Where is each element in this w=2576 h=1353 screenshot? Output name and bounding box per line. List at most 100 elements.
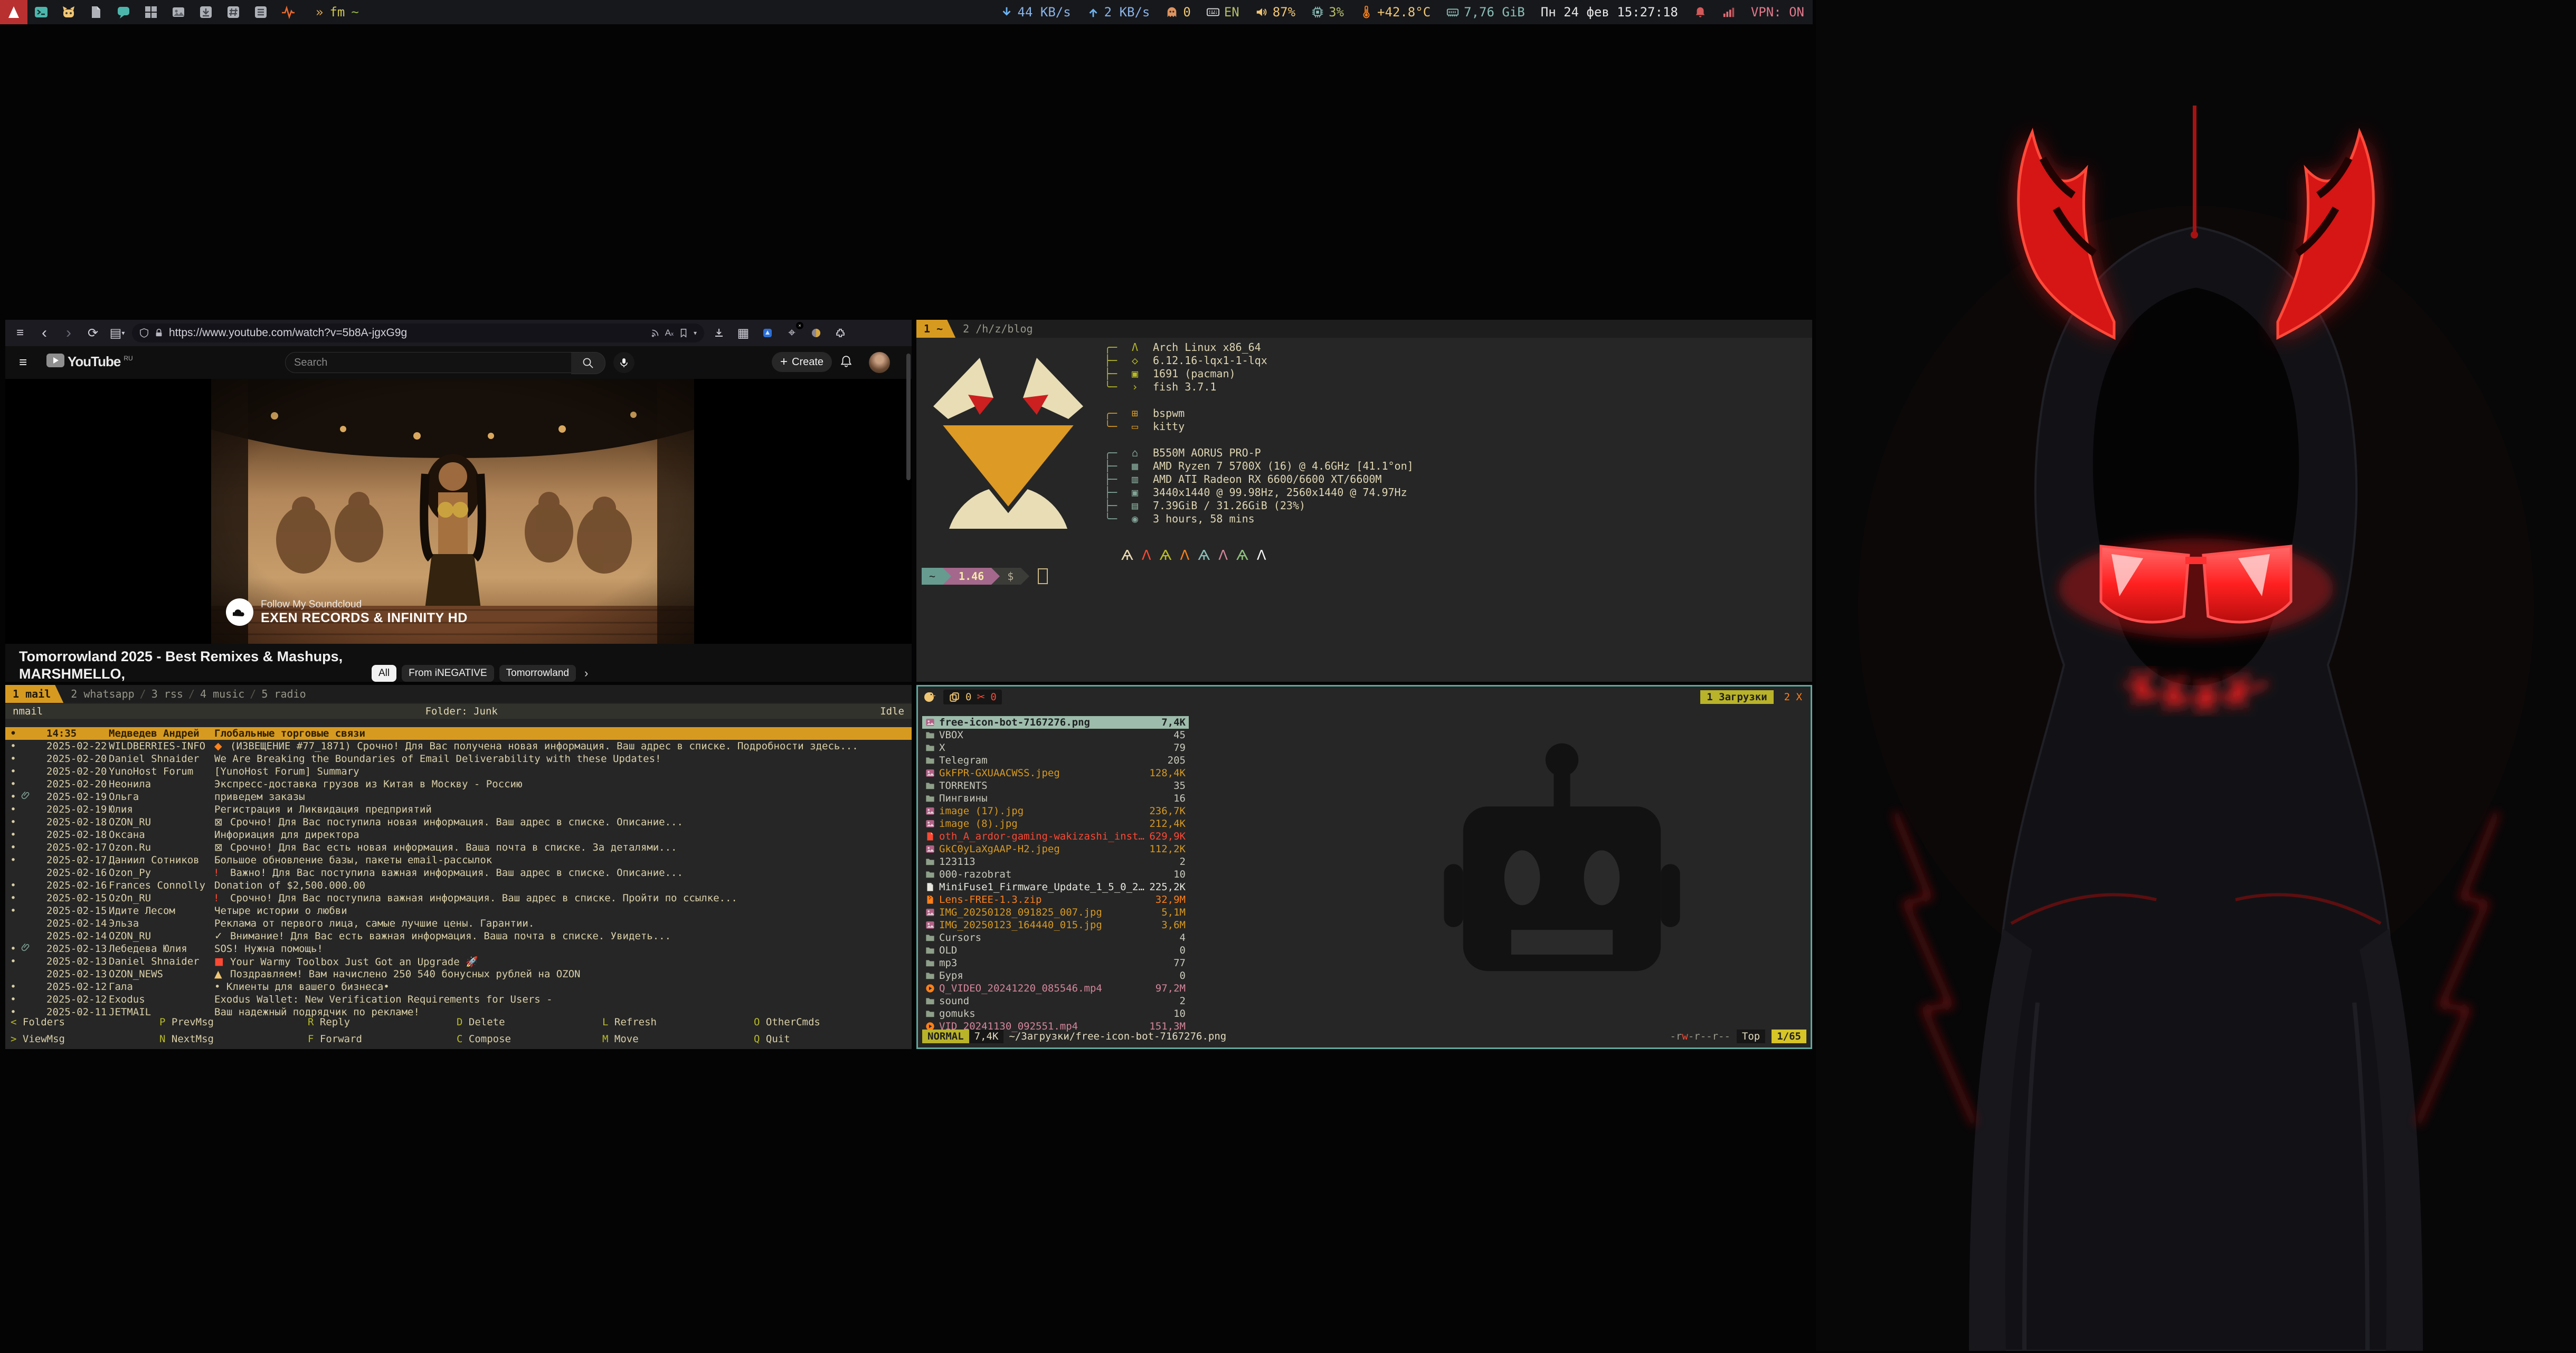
mail-tab[interactable]: 3 rss	[151, 688, 183, 700]
email-row[interactable]: •2025-02-20НеонилаЭкспресс-доставка груз…	[5, 778, 912, 790]
email-row[interactable]: •2025-02-22WILDBERRIES-INFO◆(ИЗВЕЩЕНИЕ #…	[5, 740, 912, 752]
back-icon[interactable]: ‹	[35, 324, 54, 342]
create-button[interactable]: + Create	[772, 352, 832, 372]
search-input[interactable]: Search	[285, 352, 589, 373]
email-row[interactable]: •2025-02-15Идите ЛесомЧетыре истории о л…	[5, 904, 912, 917]
mail-tab[interactable]: 4 music	[200, 688, 244, 700]
workspace-cat[interactable]	[55, 0, 82, 24]
email-row[interactable]: •2025-02-18OZON_RU⊠Срочно! Для Вас посту…	[5, 816, 912, 828]
file-row[interactable]: gomuks10	[922, 1007, 1189, 1020]
file-row[interactable]: Q_VIDEO_20241220_085546.mp497,2M	[922, 982, 1189, 995]
file-row[interactable]: 000-razobrat10	[922, 868, 1189, 881]
file-row[interactable]: Telegram205	[922, 754, 1189, 767]
file-row[interactable]: VBOX45	[922, 729, 1189, 741]
urlbar-caret-icon[interactable]: ▾	[694, 329, 697, 337]
file-row[interactable]: image (17).jpg236,7K	[922, 805, 1189, 817]
filter-chip[interactable]: Tomorrowland	[499, 665, 576, 682]
mail-tab[interactable]: 2 whatsapp	[71, 688, 134, 700]
file-row[interactable]: OLD0	[922, 944, 1189, 957]
email-row[interactable]: •2025-02-19ЮлияРегистрация и Ликвидация …	[5, 803, 912, 816]
video-frame[interactable]: Follow My Soundcloud EXEN RECORDS & INFI…	[211, 379, 694, 644]
file-row[interactable]: Буря0	[922, 969, 1189, 982]
email-row[interactable]: •2025-02-18ОксанаИнфориация для директор…	[5, 828, 912, 841]
file-row[interactable]: IMG_20250123_164440_015.jpg3,6M	[922, 919, 1189, 931]
voice-search-button[interactable]	[613, 352, 634, 373]
file-row[interactable]: TORRENTS35	[922, 779, 1189, 792]
youtube-menu-icon[interactable]: ≡	[19, 354, 27, 370]
workspace-file[interactable]	[82, 0, 110, 24]
downloads-icon[interactable]	[709, 324, 728, 342]
file-row[interactable]: Lens-FREE-1.3.zip32,9M	[922, 893, 1189, 906]
workspace-windows[interactable]	[137, 0, 165, 24]
reload-icon[interactable]: ⟳	[83, 324, 102, 342]
file-row[interactable]: free-icon-bot-7167276.png7,4K	[922, 716, 1189, 729]
filter-chip[interactable]: All	[372, 665, 396, 682]
file-row[interactable]: MiniFuse1_Firmware_Update_1_5_0_212_win.…	[922, 881, 1189, 893]
workspace-image[interactable]	[165, 0, 192, 24]
url-text[interactable]: https://www.youtube.com/watch?v=5b8A-jgx…	[169, 327, 645, 339]
menu-icon[interactable]: ≡	[11, 324, 30, 342]
workspace-terminal[interactable]	[27, 0, 55, 24]
email-row[interactable]: •2025-02-17Ozon.Ru⊠Срочно! Для Вас есть …	[5, 841, 912, 854]
chips-more-icon[interactable]: ›	[584, 666, 588, 680]
tab-grid-icon[interactable]: ▦	[734, 324, 753, 342]
file-row[interactable]: mp377	[922, 957, 1189, 969]
bookmark-icon[interactable]	[679, 328, 688, 338]
email-row[interactable]: 2025-02-14OZON_RU✓Внимание! Для Вас есть…	[5, 930, 912, 942]
search-button[interactable]	[571, 352, 605, 374]
sidebar-icon[interactable]: ▤▾	[108, 324, 127, 342]
terminal-tab-active[interactable]: 1 ~	[916, 320, 955, 338]
email-row[interactable]: •2025-02-16Frances ConnollyDonation of $…	[5, 879, 912, 892]
file-row[interactable]: sound2	[922, 995, 1189, 1007]
email-row[interactable]: •2025-02-20YunoHost Forum[YunoHost Forum…	[5, 765, 912, 778]
workspace-list[interactable]	[247, 0, 274, 24]
password-manager-icon[interactable]	[807, 324, 826, 342]
email-row[interactable]: •2025-02-13Лебедева ЮлияSOS! Нужна помощ…	[5, 942, 912, 955]
scrollbar[interactable]	[906, 354, 911, 480]
email-row[interactable]: 2025-02-16Ozon_Py!Важно! Для Вас поступи…	[5, 866, 912, 879]
file-row[interactable]: X79	[922, 741, 1189, 754]
file-row[interactable]: GkC0yLaXgAAP-H2.jpeg112,2K	[922, 843, 1189, 855]
file-row[interactable]: GkFPR-GXUAACWSS.jpeg128,4K	[922, 767, 1189, 779]
email-row[interactable]: •2025-02-20Daniel ShnaiderWe Are Breakin…	[5, 752, 912, 765]
filter-chip[interactable]: From iNEGATIVE	[402, 665, 494, 682]
email-row[interactable]: •2025-02-15OzOn_RU!Срочно! Для Вас посту…	[5, 892, 912, 904]
email-row[interactable]: 2025-02-14ЭльзаРеклама от первого лица, …	[5, 917, 912, 930]
avatar[interactable]	[869, 352, 890, 373]
terminal-tab-2[interactable]: 2 /h/z/blog	[963, 322, 1033, 335]
youtube-logo[interactable]: YouTube RU	[46, 354, 133, 370]
addons-icon[interactable]	[831, 324, 850, 342]
workspace-download[interactable]	[192, 0, 220, 24]
email-row[interactable]: •2025-02-12Гала• Клиенты для вашего бизн…	[5, 980, 912, 993]
lock-icon[interactable]	[154, 328, 164, 338]
workspace-arch[interactable]	[0, 0, 27, 24]
file-row[interactable]: image (8).jpg212,4K	[922, 817, 1189, 830]
extension-blue-icon[interactable]	[758, 324, 777, 342]
email-row[interactable]: •2025-02-19Ольгаприведем заказы	[5, 790, 912, 803]
shield-icon[interactable]	[139, 328, 149, 338]
workspace-pulse[interactable]	[274, 0, 302, 24]
video-player-area[interactable]: Follow My Soundcloud EXEN RECORDS & INFI…	[5, 379, 912, 644]
file-row[interactable]: Пингвины16	[922, 792, 1189, 805]
forward-icon[interactable]: ›	[59, 324, 78, 342]
mail-tab[interactable]: 5 radio	[261, 688, 306, 700]
notifications-icon[interactable]	[839, 355, 853, 371]
translate-icon[interactable]: Ax	[665, 328, 674, 338]
email-row[interactable]: •2025-02-17Даниил СотниковБольшое обновл…	[5, 854, 912, 866]
file-row[interactable]: Cursors4	[922, 931, 1189, 944]
url-bar[interactable]: https://www.youtube.com/watch?v=5b8A-jgx…	[132, 323, 704, 342]
screenshot-icon[interactable]: ⌖×	[782, 324, 801, 342]
email-row[interactable]: •14:35Медведев АндрейГлобальные торговые…	[5, 727, 912, 740]
email-row[interactable]: •2025-02-12ExodusExodus Wallet: New Veri…	[5, 993, 912, 1006]
email-row[interactable]: •2025-02-13Daniel Shnaider■Your Warmy To…	[5, 955, 912, 968]
workspace-hash[interactable]	[220, 0, 247, 24]
workspace-chat[interactable]	[110, 0, 137, 24]
tab-x[interactable]: 2 X	[1781, 690, 1805, 704]
file-row[interactable]: 1231132	[922, 855, 1189, 868]
file-row[interactable]: IMG_20250128_091825_007.jpg5,1M	[922, 906, 1189, 919]
rss-icon[interactable]	[650, 328, 660, 338]
email-row[interactable]: 2025-02-13OZON_NEWS▲Поздравляем! Вам нач…	[5, 968, 912, 980]
file-row[interactable]: oth_A_ardor-gaming-wakizashi_instrukcia_…	[922, 830, 1189, 843]
tab-downloads[interactable]: 1 Загрузки	[1700, 690, 1773, 704]
mail-tab-active[interactable]: 1 mail	[5, 685, 63, 703]
